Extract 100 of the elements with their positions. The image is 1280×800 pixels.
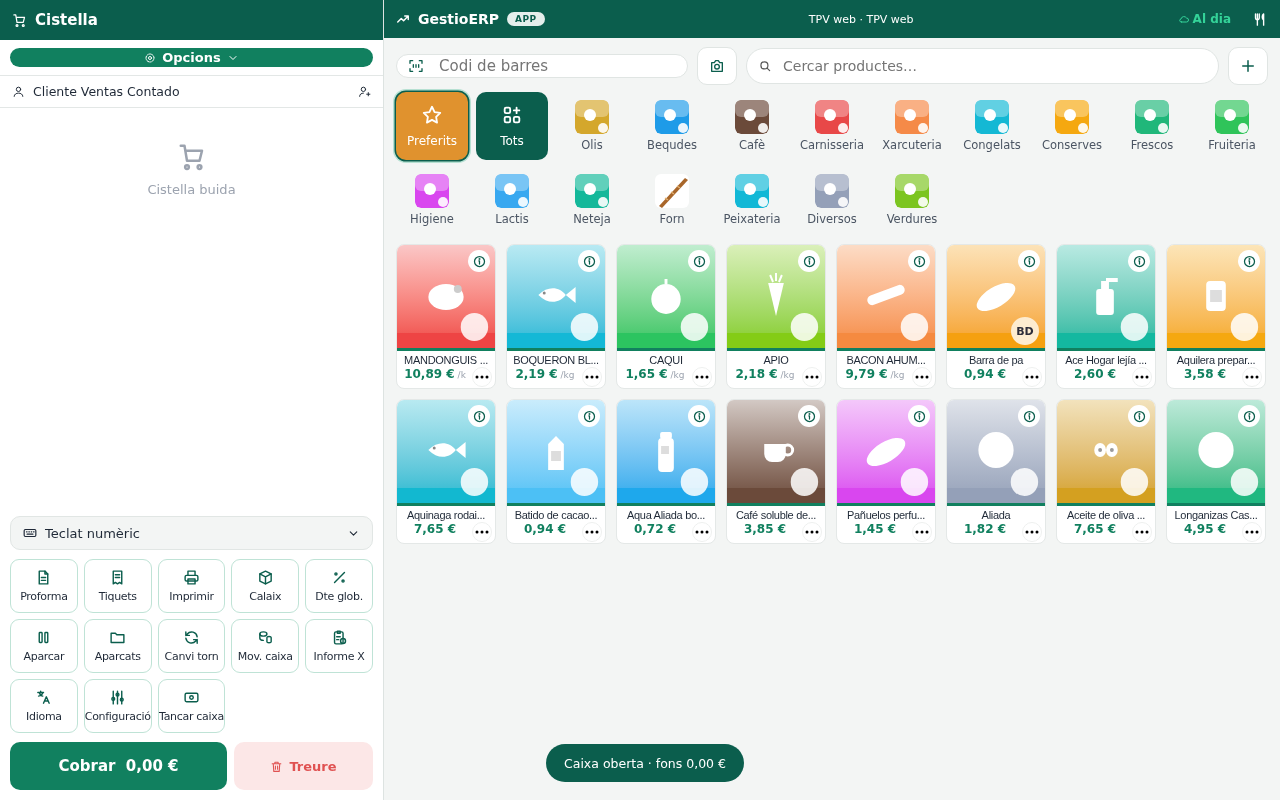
more-button[interactable]	[802, 522, 822, 542]
category-tab[interactable]: Peixateria	[717, 166, 787, 234]
more-button[interactable]	[1022, 522, 1042, 542]
trend-icon	[396, 12, 410, 26]
keypad-toggle[interactable]: Teclat numèric	[10, 516, 373, 550]
product-card[interactable]: Batido de cacao... 0,94 €	[506, 399, 606, 544]
more-button[interactable]	[1132, 367, 1152, 387]
more-icon	[695, 375, 709, 379]
product-card[interactable]: Ace Hogar lejía ... 2,60 €	[1056, 244, 1156, 389]
product-card[interactable]: Café soluble de... 3,85 €	[726, 399, 826, 544]
category-tab[interactable]: Conserves	[1036, 92, 1108, 160]
product-name: CAQUI	[648, 353, 684, 367]
price-unit: /kg	[780, 370, 795, 380]
camera-button[interactable]	[697, 47, 737, 85]
action-button[interactable]: Aparcar	[10, 619, 78, 673]
info-icon	[581, 253, 597, 269]
product-price: 1,45 €	[853, 522, 897, 536]
more-button[interactable]	[692, 367, 712, 387]
category-tab[interactable]: Congelats	[957, 92, 1027, 160]
action-button[interactable]: Calaix	[231, 559, 300, 613]
more-icon	[475, 530, 489, 534]
action-button[interactable]: Mov. caixa	[231, 619, 300, 673]
product-card[interactable]: BOQUERON BL... 2,19 € /kg	[506, 244, 606, 389]
more-icon	[585, 375, 599, 379]
product-card[interactable]: Aquinaga rodai... 7,65 €	[396, 399, 496, 544]
options-button[interactable]: Opcions	[10, 48, 373, 67]
info-icon	[1021, 408, 1037, 424]
more-button[interactable]	[802, 367, 822, 387]
trash-icon	[270, 759, 284, 773]
more-button[interactable]	[692, 522, 712, 542]
more-icon	[1025, 375, 1039, 379]
more-button[interactable]	[472, 367, 492, 387]
category-tab[interactable]: Diversos	[801, 166, 863, 234]
action-button[interactable]: Configuració	[83, 679, 152, 733]
product-price: 7,65 €	[1073, 522, 1117, 536]
action-button[interactable]: Aparcats	[83, 619, 152, 673]
grid-icon	[501, 104, 523, 126]
product-name: Aqua Aliada bo...	[625, 508, 707, 522]
all-tab[interactable]: Tots	[476, 92, 548, 160]
category-tab[interactable]: Forn	[649, 166, 695, 234]
category-tab[interactable]: Higiene	[404, 166, 460, 234]
product-card[interactable]: MANDONGUIS ... 10,89 € /k	[396, 244, 496, 389]
cart-icon	[12, 12, 27, 28]
add-button[interactable]	[1228, 47, 1268, 85]
more-button[interactable]	[1022, 367, 1042, 387]
charge-button[interactable]: Cobrar 0,00 €	[10, 742, 227, 790]
product-card[interactable]: BACON AHUM... 9,79 € /kg	[836, 244, 936, 389]
action-button[interactable]: Idioma	[10, 679, 78, 733]
category-tab[interactable]: Olis	[569, 92, 615, 160]
more-icon	[475, 375, 489, 379]
category-tab[interactable]: Verdures	[880, 166, 944, 234]
category-tab[interactable]: Lactis	[489, 166, 535, 234]
product-card[interactable]: Aqua Aliada bo... 0,72 €	[616, 399, 716, 544]
more-button[interactable]	[912, 367, 932, 387]
more-icon	[585, 530, 599, 534]
category-tab[interactable]: Xarcuteria	[876, 92, 948, 160]
category-tab[interactable]: Carnisseria	[793, 92, 871, 160]
action-button[interactable]: Imprimir	[157, 559, 226, 613]
category-tab[interactable]: Neteja	[567, 166, 617, 234]
product-card[interactable]: Pañuelos perfu... 1,45 €	[836, 399, 936, 544]
product-card[interactable]: APIO 2,18 € /kg	[726, 244, 826, 389]
add-customer-button[interactable]	[358, 85, 371, 98]
action-button[interactable]: Canvi torn	[157, 619, 226, 673]
product-name: APIO	[762, 353, 790, 367]
product-name: BACON AHUM...	[845, 353, 927, 367]
product-name: Aquilera prepar...	[1175, 353, 1257, 367]
more-button[interactable]	[582, 522, 602, 542]
more-icon	[1135, 375, 1149, 379]
product-card[interactable]: Aquilera prepar... 3,58 €	[1166, 244, 1266, 389]
category-tab[interactable]: Fruiteria	[1202, 92, 1262, 160]
more-icon	[915, 530, 929, 534]
product-card[interactable]: Longanizas Cas... 4,95 €	[1166, 399, 1266, 544]
action-button[interactable]: Tiquets	[83, 559, 152, 613]
more-button[interactable]	[472, 522, 492, 542]
product-price: 0,94 €	[523, 522, 567, 536]
more-button[interactable]	[912, 522, 932, 542]
more-button[interactable]	[1242, 367, 1262, 387]
category-tab[interactable]: Cafè	[729, 92, 775, 160]
product-card[interactable]: BD Barra de pa 0,94 €	[946, 244, 1046, 389]
product-card[interactable]: Aceite de oliva ... 7,65 €	[1056, 399, 1156, 544]
more-button[interactable]	[582, 367, 602, 387]
barcode-field[interactable]: Codi de barres	[396, 54, 688, 78]
category-tab[interactable]: Frescos	[1124, 92, 1180, 160]
action-button[interactable]: Tancar caixa	[157, 679, 226, 733]
more-icon	[915, 375, 929, 379]
info-icon	[691, 408, 707, 424]
action-button[interactable]: Informe X	[305, 619, 373, 673]
more-button[interactable]	[1242, 522, 1262, 542]
product-card[interactable]: CAQUI 1,65 € /kg	[616, 244, 716, 389]
action-button[interactable]: Proforma	[10, 559, 78, 613]
action-button[interactable]: Dte glob.	[305, 559, 373, 613]
brand-name: GestioERP	[418, 11, 500, 27]
category-tab[interactable]: Bequdes	[641, 92, 703, 160]
product-card[interactable]: Aliada 1,82 €	[946, 399, 1046, 544]
barcode-scan-icon	[408, 58, 424, 74]
more-button[interactable]	[1132, 522, 1152, 542]
info-icon	[471, 408, 487, 424]
search-field[interactable]: Cercar productes…	[746, 48, 1219, 84]
product-name: MANDONGUIS ...	[403, 353, 489, 367]
more-icon	[695, 530, 709, 534]
